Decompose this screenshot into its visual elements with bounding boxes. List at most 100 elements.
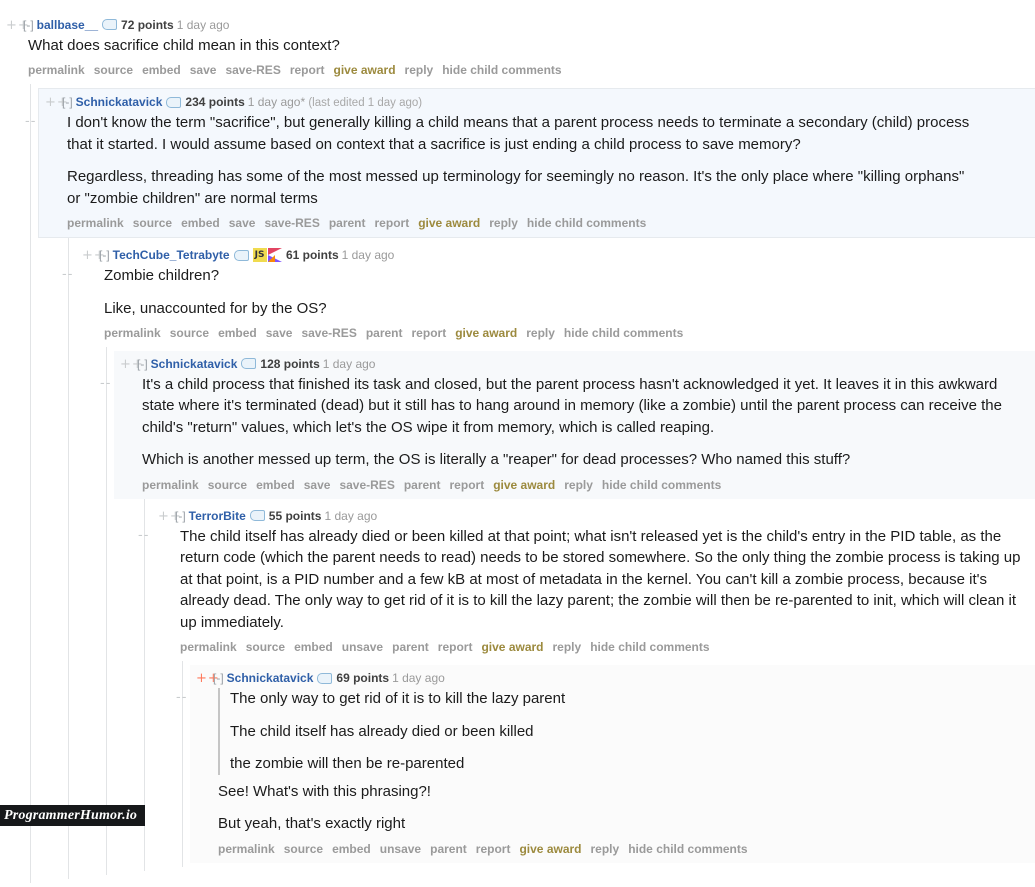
action-embed[interactable]: embed (256, 478, 295, 492)
action-save-res[interactable]: save-RES (301, 326, 356, 340)
action-source[interactable]: source (133, 216, 172, 230)
action-report[interactable]: report (438, 640, 473, 654)
action-embed[interactable]: embed (294, 640, 333, 654)
action-hide-child-comments[interactable]: hide child comments (527, 216, 646, 230)
action-save-res[interactable]: save-RES (339, 478, 394, 492)
action-source[interactable]: source (94, 63, 133, 77)
action-reply[interactable]: reply (526, 326, 555, 340)
comment-score: 234 points (185, 95, 245, 110)
action-permalink[interactable]: permalink (67, 216, 124, 230)
action-give-award[interactable]: give award (481, 640, 543, 654)
downvote-icon[interactable]: -- (62, 267, 73, 282)
action-embed[interactable]: embed (142, 63, 181, 77)
action-give-award[interactable]: give award (493, 478, 555, 492)
comment-author[interactable]: Schnickatavick (76, 95, 163, 109)
action-give-award[interactable]: give award (334, 63, 396, 77)
collapse-toggle[interactable]: [-] (23, 18, 34, 32)
action-give-award[interactable]: give award (519, 842, 581, 856)
comment-author[interactable]: TechCube_Tetrabyte (113, 248, 230, 262)
comment-entry: -- I don't know the term "sacrifice", but… (25, 112, 1029, 235)
action-source[interactable]: source (284, 842, 323, 856)
action-permalink[interactable]: permalink (142, 478, 199, 492)
upvote-icon[interactable]: ++ (158, 509, 181, 525)
comment-author[interactable]: TerrorBite (189, 509, 246, 523)
upvote-icon[interactable]: ++ (82, 248, 105, 264)
action-embed[interactable]: embed (181, 216, 220, 230)
action-save[interactable]: save (266, 326, 293, 340)
action-parent[interactable]: parent (366, 326, 403, 340)
collapse-toggle[interactable]: [-] (99, 248, 110, 262)
action-give-award[interactable]: give award (418, 216, 480, 230)
comment-text: The child itself has already died or bee… (180, 526, 1029, 660)
action-save[interactable]: save (304, 478, 331, 492)
comment-entry: --What does sacrifice child mean in this… (6, 35, 1029, 83)
downvote-icon[interactable]: -- (25, 114, 36, 129)
action-hide-child-comments[interactable]: hide child comments (442, 63, 561, 77)
action-hide-child-comments[interactable]: hide child comments (628, 842, 747, 856)
action-save-res[interactable]: save-RES (264, 216, 319, 230)
user-tag-icon[interactable] (241, 358, 257, 370)
action-report[interactable]: report (412, 326, 447, 340)
comment-author[interactable]: ballbase__ (37, 18, 98, 32)
action-unsave[interactable]: unsave (342, 640, 383, 654)
downvote-icon[interactable]: -- (138, 528, 149, 543)
collapse-toggle[interactable]: [-] (137, 357, 148, 371)
upvote-icon[interactable]: ++ (120, 357, 143, 373)
action-parent[interactable]: parent (329, 216, 366, 230)
comment-actions: permalink source embed unsave parent report gi… (218, 840, 1029, 861)
action-hide-child-comments[interactable]: hide child comments (564, 326, 683, 340)
flair-js-icon: JS (252, 248, 267, 263)
action-save[interactable]: save (229, 216, 256, 230)
action-hide-child-comments[interactable]: hide child comments (602, 478, 721, 492)
user-tag-icon[interactable] (233, 249, 249, 261)
comment-author[interactable]: Schnickatavick (227, 671, 314, 685)
action-embed[interactable]: embed (332, 842, 371, 856)
collapse-toggle[interactable]: [-] (62, 95, 73, 109)
action-report[interactable]: report (476, 842, 511, 856)
action-parent[interactable]: parent (392, 640, 429, 654)
action-permalink[interactable]: permalink (104, 326, 161, 340)
action-embed[interactable]: embed (218, 326, 257, 340)
action-reply[interactable]: reply (405, 63, 434, 77)
action-reply[interactable]: reply (564, 478, 593, 492)
user-tag-icon[interactable] (317, 672, 333, 684)
action-hide-child-comments[interactable]: hide child comments (590, 640, 709, 654)
quote-block: The only way to get rid of it is to kill… (218, 688, 1029, 775)
action-permalink[interactable]: permalink (218, 842, 275, 856)
action-parent[interactable]: parent (430, 842, 467, 856)
user-tag-icon[interactable] (166, 96, 182, 108)
action-save-res[interactable]: save-RES (225, 63, 280, 77)
user-tag-icon[interactable] (102, 19, 118, 31)
comment-text: The only way to get rid of it is to kill… (218, 688, 1029, 861)
collapse-toggle[interactable]: [-] (175, 509, 186, 523)
action-unsave[interactable]: unsave (380, 842, 421, 856)
comment-tagline: ++[-] Schnickatavick 128 points 1 day ago (120, 354, 1029, 374)
quote-line: The only way to get rid of it is to kill… (230, 690, 566, 708)
collapse-toggle[interactable]: [-] (213, 671, 224, 685)
comment-entry: -- The only way to get rid of it is to ki… (176, 688, 1029, 861)
action-parent[interactable]: parent (404, 478, 441, 492)
comment-text: I don't know the term "sacrifice", but g… (67, 112, 1029, 235)
action-report[interactable]: report (450, 478, 485, 492)
upvote-icon[interactable]: ++ (6, 18, 29, 34)
watermark: ProgrammerHumor.io (0, 805, 146, 826)
downvote-icon[interactable]: -- (100, 376, 111, 391)
action-source[interactable]: source (170, 326, 209, 340)
action-save[interactable]: save (190, 63, 217, 77)
upvote-icon[interactable]: ++ (45, 95, 68, 111)
action-reply[interactable]: reply (591, 842, 620, 856)
action-source[interactable]: source (208, 478, 247, 492)
action-reply[interactable]: reply (489, 216, 518, 230)
user-tag-icon[interactable] (249, 510, 265, 522)
upvote-icon[interactable]: ++ (196, 671, 219, 687)
action-permalink[interactable]: permalink (28, 63, 85, 77)
action-permalink[interactable]: permalink (180, 640, 237, 654)
action-give-award[interactable]: give award (455, 326, 517, 340)
action-report[interactable]: report (290, 63, 325, 77)
downvote-icon[interactable]: -- (176, 690, 187, 705)
comment-author[interactable]: Schnickatavick (151, 357, 238, 371)
action-source[interactable]: source (246, 640, 285, 654)
comment-tagline: ++[-] Schnickatavick 69 points 1 day ago (196, 668, 1029, 688)
action-reply[interactable]: reply (553, 640, 582, 654)
action-report[interactable]: report (375, 216, 410, 230)
